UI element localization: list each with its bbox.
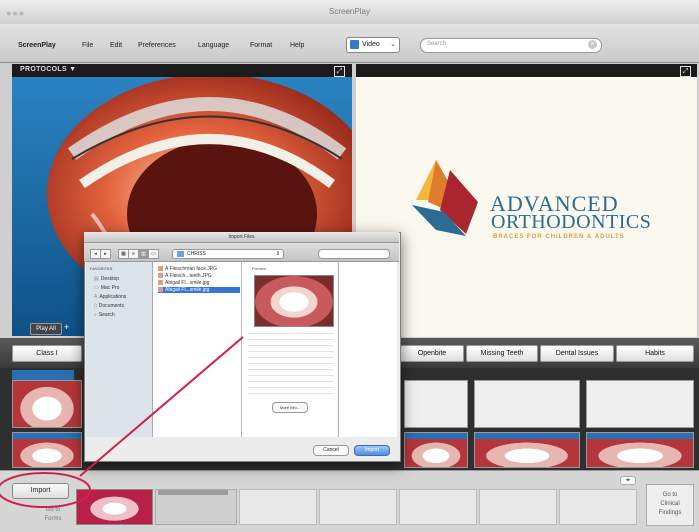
sidebar-item-label: Applications <box>99 294 127 300</box>
menu-language[interactable]: Language <box>198 42 229 49</box>
computer-icon: ▭ <box>94 285 99 291</box>
search-icon: ⌕ <box>94 312 97 318</box>
protocols-dropdown[interactable]: PROTOCOLS ▼ <box>20 66 76 73</box>
folder-name: CHRISS <box>187 251 206 257</box>
go-to-forms-line1: Go to <box>45 507 61 513</box>
window-titlebar: ●●● ScreenPlay <box>0 0 699 25</box>
brand-tagline: BRACES FOR CHILDREN & ADULTS <box>493 234 625 240</box>
view-select[interactable]: Video ⌄ <box>346 37 400 53</box>
chevron-updown-icon: ⇕ <box>275 251 280 257</box>
thumbnail-caption <box>158 490 228 495</box>
video-thumbnail[interactable] <box>12 380 82 428</box>
dialog-search-input[interactable] <box>318 249 390 259</box>
video-thumbnail[interactable] <box>404 380 468 428</box>
category-habits[interactable]: Habits <box>616 345 694 362</box>
image-file-icon <box>158 287 163 293</box>
empty-slot[interactable] <box>319 489 397 525</box>
empty-column <box>338 262 397 437</box>
documents-icon: ▯ <box>94 303 97 309</box>
cancel-button[interactable]: Cancel <box>313 445 349 456</box>
forward-icon[interactable]: ▸ <box>100 249 111 259</box>
sidebar-item-label: Mac Pro <box>100 285 120 291</box>
video-thumbnail[interactable] <box>586 432 694 468</box>
desktop-icon: ▤ <box>94 276 99 282</box>
clinical-line3: Findings <box>658 510 682 516</box>
sidebar-header: FAVORITES <box>90 266 113 271</box>
sidebar-item-applications[interactable]: A Applications <box>94 294 126 300</box>
preview-label: Preview <box>252 266 267 271</box>
category-missing-teeth[interactable]: Missing Teeth <box>466 345 538 362</box>
menu-preferences[interactable]: Preferences <box>138 42 176 49</box>
logo-mark-icon <box>412 160 478 236</box>
view-select-label: Video <box>362 41 380 48</box>
sidebar-item-macpro[interactable]: ▭ Mac Pro <box>94 285 119 291</box>
category-openbite[interactable]: Openbite <box>400 345 464 362</box>
preview-image <box>254 275 334 327</box>
go-to-clinical-findings-button[interactable]: Go to Clinical Findings <box>646 484 694 526</box>
file-item[interactable]: Abigail Fl...smile.jpg <box>158 280 240 286</box>
category-dental-issues[interactable]: Dental Issues <box>540 345 614 362</box>
menu-edit[interactable]: Edit <box>110 42 122 49</box>
protocols-label: PROTOCOLS <box>20 66 67 73</box>
toggle-icon[interactable]: ◂▸ <box>620 476 636 485</box>
category-class-i[interactable]: Class I <box>12 345 82 362</box>
video-thumbnail[interactable] <box>586 380 694 428</box>
empty-slot[interactable] <box>239 489 317 525</box>
empty-slot[interactable] <box>479 489 557 525</box>
fullscreen-icon[interactable]: ⤢ <box>334 66 345 77</box>
go-to-forms-button[interactable]: Go to Forms <box>35 506 71 524</box>
video-icon <box>350 40 359 49</box>
fullscreen-icon[interactable]: ⤢ <box>680 66 691 77</box>
applications-icon: A <box>94 294 98 300</box>
empty-slot[interactable] <box>399 489 477 525</box>
chevron-down-icon: ⌄ <box>390 41 396 48</box>
image-file-icon <box>158 266 163 272</box>
search-placeholder: Search <box>427 41 447 47</box>
video-thumbnail[interactable] <box>474 432 580 468</box>
image-file-icon <box>158 273 163 279</box>
dialog-title: Import Files <box>84 232 399 243</box>
sidebar-item-label: Desktop <box>100 276 120 282</box>
right-panel-header <box>356 64 697 77</box>
file-item-selected[interactable]: Abigail Fl...smile.jpg <box>158 287 240 293</box>
folder-popup[interactable]: CHRISS ⇕ <box>172 249 284 259</box>
sidebar-item-search[interactable]: ⌕ Search <box>94 312 115 318</box>
video-thumbnail[interactable] <box>474 380 580 428</box>
file-name: A Fleischman face.JPG <box>165 266 217 272</box>
clear-search-icon[interactable]: × <box>588 40 597 49</box>
next-icon[interactable]: + <box>64 322 74 332</box>
folder-icon <box>177 251 184 257</box>
file-item[interactable]: A Fleischman face.JPG <box>158 266 240 272</box>
brand-name-line2: ORTHODONTICS <box>491 211 652 233</box>
image-file-icon <box>158 280 163 286</box>
go-to-forms-line2: Forms <box>44 516 62 522</box>
window-title: ScreenPlay <box>329 7 370 16</box>
file-info <box>248 330 334 394</box>
file-name: Abigail Fl...smile.jpg <box>165 280 210 286</box>
play-all-button[interactable]: Play All <box>30 323 62 335</box>
file-name: A Fleisch...teeth.JPG <box>165 273 212 279</box>
sidebar-item-label: Documents <box>98 303 125 309</box>
sidebar-item-label: Search <box>98 312 115 318</box>
patient-photo-thumbnail[interactable] <box>76 489 153 525</box>
menu-file[interactable]: File <box>82 42 93 49</box>
empty-slot[interactable] <box>559 489 637 525</box>
coverflow-view-icon[interactable]: ▭ <box>148 249 159 259</box>
import-button[interactable]: Import <box>12 483 69 499</box>
video-thumbnail[interactable] <box>404 432 468 468</box>
clinical-line1: Go to <box>662 492 678 498</box>
sidebar-item-documents[interactable]: ▯ Documents <box>94 303 124 309</box>
search-input[interactable]: Search × <box>420 38 602 53</box>
clinical-line2: Clinical <box>660 501 680 507</box>
file-name: Abigail Fl...smile.jpg <box>165 287 210 293</box>
menu-app[interactable]: ScreenPlay <box>18 42 56 49</box>
menu-format[interactable]: Format <box>250 42 272 49</box>
menu-help[interactable]: Help <box>290 42 304 49</box>
subtab-active[interactable] <box>12 370 74 380</box>
file-item[interactable]: A Fleisch...teeth.JPG <box>158 273 240 279</box>
sidebar-item-desktop[interactable]: ▤ Desktop <box>94 276 119 282</box>
dialog-import-button[interactable]: Import <box>354 445 390 456</box>
more-info-button[interactable]: More Info... <box>272 402 308 413</box>
video-thumbnail[interactable] <box>12 432 82 468</box>
